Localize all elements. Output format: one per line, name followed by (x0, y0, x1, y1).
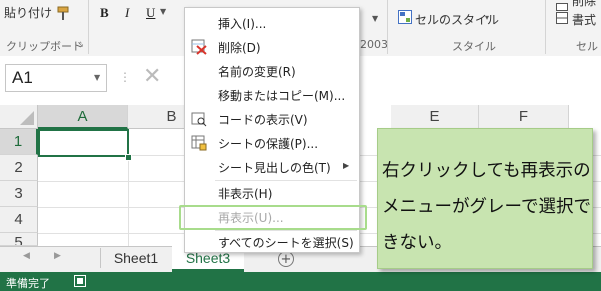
annotation-callout: 右クリックしても再表示のメニューがグレーで選択できない。 (377, 128, 593, 269)
menu-item-label: コードの表示(V) (218, 113, 308, 127)
more-options-icon: ⋮ (119, 70, 131, 84)
chevron-down-icon[interactable]: ▼ (160, 7, 166, 16)
column-header-f[interactable]: F (479, 105, 569, 129)
bold-button[interactable]: B (100, 5, 109, 21)
delete-cells-button[interactable]: 削除 (572, 0, 596, 9)
menu-item-label: 非表示(H) (218, 187, 273, 201)
cancel-icon[interactable]: ✕ (143, 64, 161, 89)
tab-sheet1[interactable]: Sheet1 (101, 246, 171, 270)
select-all-corner[interactable] (0, 105, 38, 129)
protect-sheet-icon (191, 135, 207, 151)
style-group-label: スタイル (452, 40, 496, 53)
menu-item-label: 名前の変更(R) (218, 65, 296, 79)
plus-icon: + (280, 252, 292, 267)
chevron-down-icon[interactable]: ▼ (94, 73, 100, 82)
view-code-icon (191, 111, 207, 127)
name-box-value: A1 (12, 68, 33, 87)
menu-item-label: 削除(D) (218, 41, 261, 55)
menu-item-delete[interactable]: 削除(D) (185, 35, 359, 59)
cell-style-icon (398, 10, 412, 24)
menu-item-label: シート見出しの色(T) (218, 161, 331, 175)
clipboard-group-label: クリップボード (6, 40, 83, 53)
menu-item-hide[interactable]: 非表示(H) (185, 181, 359, 205)
ribbon-separator (88, 0, 89, 54)
menu-item-insert[interactable]: 挿入(I)... (185, 11, 359, 35)
menu-item-select-all-sheets[interactable]: すべてのシートを選択(S) (185, 230, 359, 254)
menu-item-label: 挿入(I)... (218, 17, 267, 31)
name-box[interactable]: A1 ▼ (5, 64, 107, 92)
delete-sheet-icon (191, 39, 207, 55)
chevron-down-icon[interactable]: ▾ (485, 13, 489, 22)
menu-item-protect-sheet[interactable]: シートの保護(P)... (185, 131, 359, 155)
format-cells-icon (556, 12, 568, 24)
menu-item-move-copy[interactable]: 移動またはコピー(M)... (185, 83, 359, 107)
ribbon-separator (545, 0, 546, 54)
row-header-3[interactable]: 3 (0, 181, 38, 207)
format-cells-button[interactable]: 書式 (572, 11, 596, 28)
paste-label: 貼り付け (4, 6, 53, 20)
submenu-arrow-icon: ▶ (343, 161, 350, 170)
underline-button[interactable]: U (146, 5, 155, 21)
row-header-4[interactable]: 4 (0, 207, 38, 233)
row-header-1[interactable]: 1 (0, 129, 38, 155)
row-header-2[interactable]: 2 (0, 155, 38, 181)
highlight-box (179, 205, 367, 230)
active-cell-a1[interactable] (38, 129, 129, 157)
menu-item-label: 移動またはコピー(M)... (218, 89, 346, 103)
status-bar: 準備完了 (0, 272, 601, 291)
column-header-a[interactable]: A (38, 105, 128, 129)
menu-item-rename[interactable]: 名前の変更(R) (185, 59, 359, 83)
paste-button[interactable]: 貼り付け (4, 2, 54, 24)
italic-button[interactable]: I (125, 5, 129, 21)
menu-item-view-code[interactable]: コードの表示(V) (185, 107, 359, 131)
dialog-launcher-icon[interactable]: ↘ (77, 40, 84, 49)
year-label: 2003 (360, 38, 388, 51)
chevron-down-icon[interactable]: ▼ (372, 14, 378, 23)
menu-item-label: すべてのシートを選択(S) (218, 236, 354, 250)
format-painter-icon[interactable] (55, 6, 71, 22)
fill-handle[interactable] (125, 154, 132, 161)
column-header-e[interactable]: E (391, 105, 479, 129)
callout-text: 右クリックしても再表示のメニューがグレーで選択できない。 (382, 161, 591, 253)
delete-cells-icon (556, 0, 568, 11)
macro-record-icon[interactable] (74, 275, 86, 287)
scroll-right-icon[interactable]: ▶ (54, 251, 61, 261)
status-text: 準備完了 (6, 277, 50, 290)
row-header-5[interactable]: 5 (0, 233, 38, 246)
ribbon-separator (387, 0, 388, 54)
menu-item-tab-color[interactable]: シート見出しの色(T) ▶ (185, 155, 359, 179)
cell-group-label: セル (576, 40, 598, 53)
menu-item-label: シートの保護(P)... (218, 137, 319, 151)
scroll-left-icon[interactable]: ◀ (23, 251, 30, 261)
